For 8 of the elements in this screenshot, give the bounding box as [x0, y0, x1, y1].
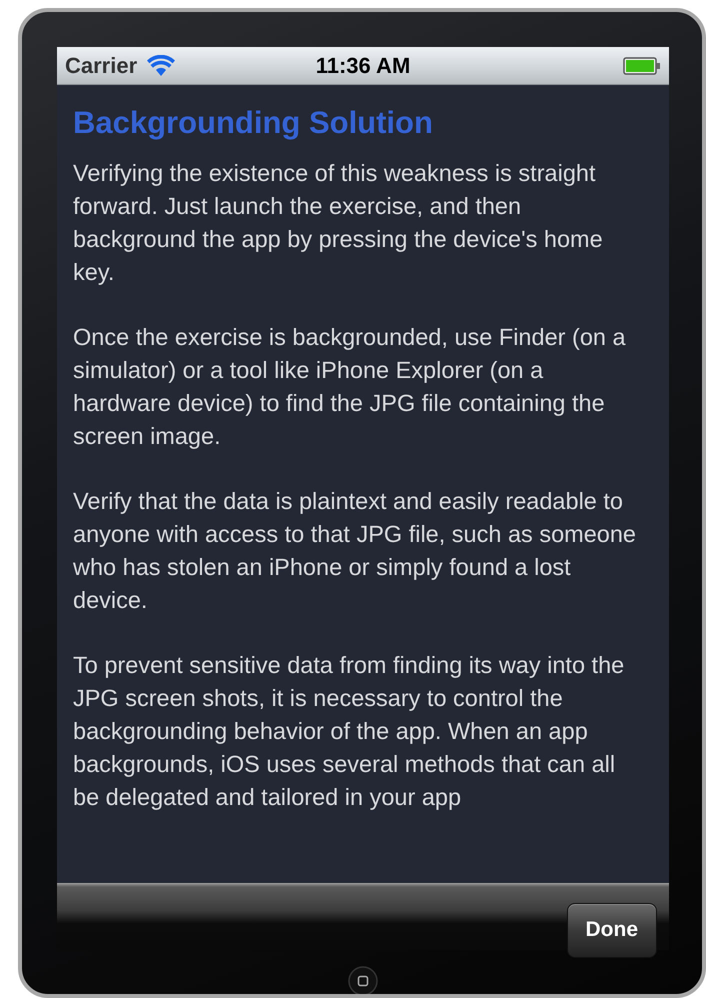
status-time: 11:36 AM [316, 52, 410, 78]
article-title: Backgrounding Solution [73, 104, 434, 142]
body-paragraph: Verifying the existence of this weakness is straight forward. Just launch the exercise, and then background the app by pressing the device's home key. [73, 159, 604, 287]
body-paragraph: Verify that the data is plaintext and easily readable to anyone with access to that JPG file, such as someone who has stolen an iPhone or simply found a lost device. [73, 487, 637, 615]
body-paragraph: To prevent sensitive data from finding its way into the JPG screen shots, it is necessary to control the backgrounding behavior of the app. When an app backgrounds, iOS uses several methods that can all be delegated and tailored in your app [73, 651, 626, 812]
carrier-label: Carrier [65, 52, 138, 78]
body-paragraph: Once the exercise is backgrounded, use Finder (on a simulator) or a tool like iPhone Explorer (on a hardware device) to find the JPG file containing the screen image. [73, 323, 627, 451]
done-button[interactable]: Done [566, 902, 657, 958]
